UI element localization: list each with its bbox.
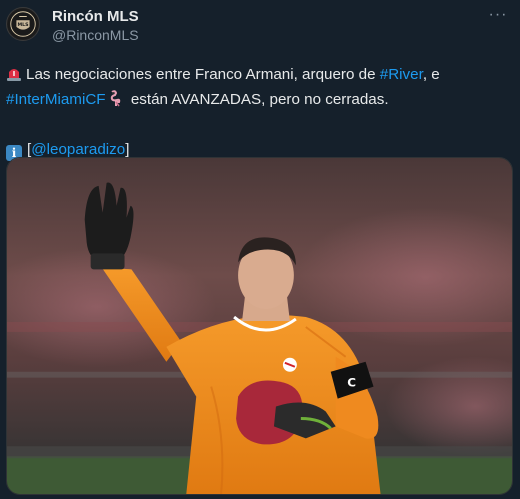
tweet-line-1: Las negociaciones entre Franco Armani, a… xyxy=(6,62,511,87)
hashtag-intermiami-link[interactable]: #InterMiamiCF xyxy=(6,91,106,108)
rincon-mls-logo-icon: MLS xyxy=(7,8,39,40)
tweet-line1-text: Las negociaciones entre Franco Armani, a… xyxy=(26,66,380,83)
tweet-media-photo[interactable]: C xyxy=(6,157,513,495)
tweet-line1-end: , e xyxy=(422,66,440,83)
tweet-text: Las negociaciones entre Franco Armani, a… xyxy=(6,62,511,162)
bracket-close: ] xyxy=(125,141,130,158)
svg-text:C: C xyxy=(347,376,356,390)
more-options-button[interactable]: ··· xyxy=(486,6,510,26)
mention-leoparadizo-link[interactable]: @leoparadizo xyxy=(31,141,125,158)
tweet-card[interactable]: MLS Rincón MLS @RinconMLS ··· Las negoci… xyxy=(0,0,520,499)
tweet-line-2: #InterMiamiCF están AVANZADAS, pero no c… xyxy=(6,87,511,112)
svg-text:MLS: MLS xyxy=(17,22,29,28)
author-name[interactable]: Rincón MLS xyxy=(52,8,139,25)
goalkeeper-photo-image: C xyxy=(7,158,512,494)
flamingo-icon xyxy=(108,90,123,107)
hashtag-river-link[interactable]: #River xyxy=(380,66,423,83)
rotating-light-icon xyxy=(6,64,22,81)
author-handle[interactable]: @RinconMLS xyxy=(52,27,139,43)
tweet-line2-text: están AVANZADAS, pero no cerradas. xyxy=(126,91,389,108)
avatar[interactable]: MLS xyxy=(6,7,40,41)
